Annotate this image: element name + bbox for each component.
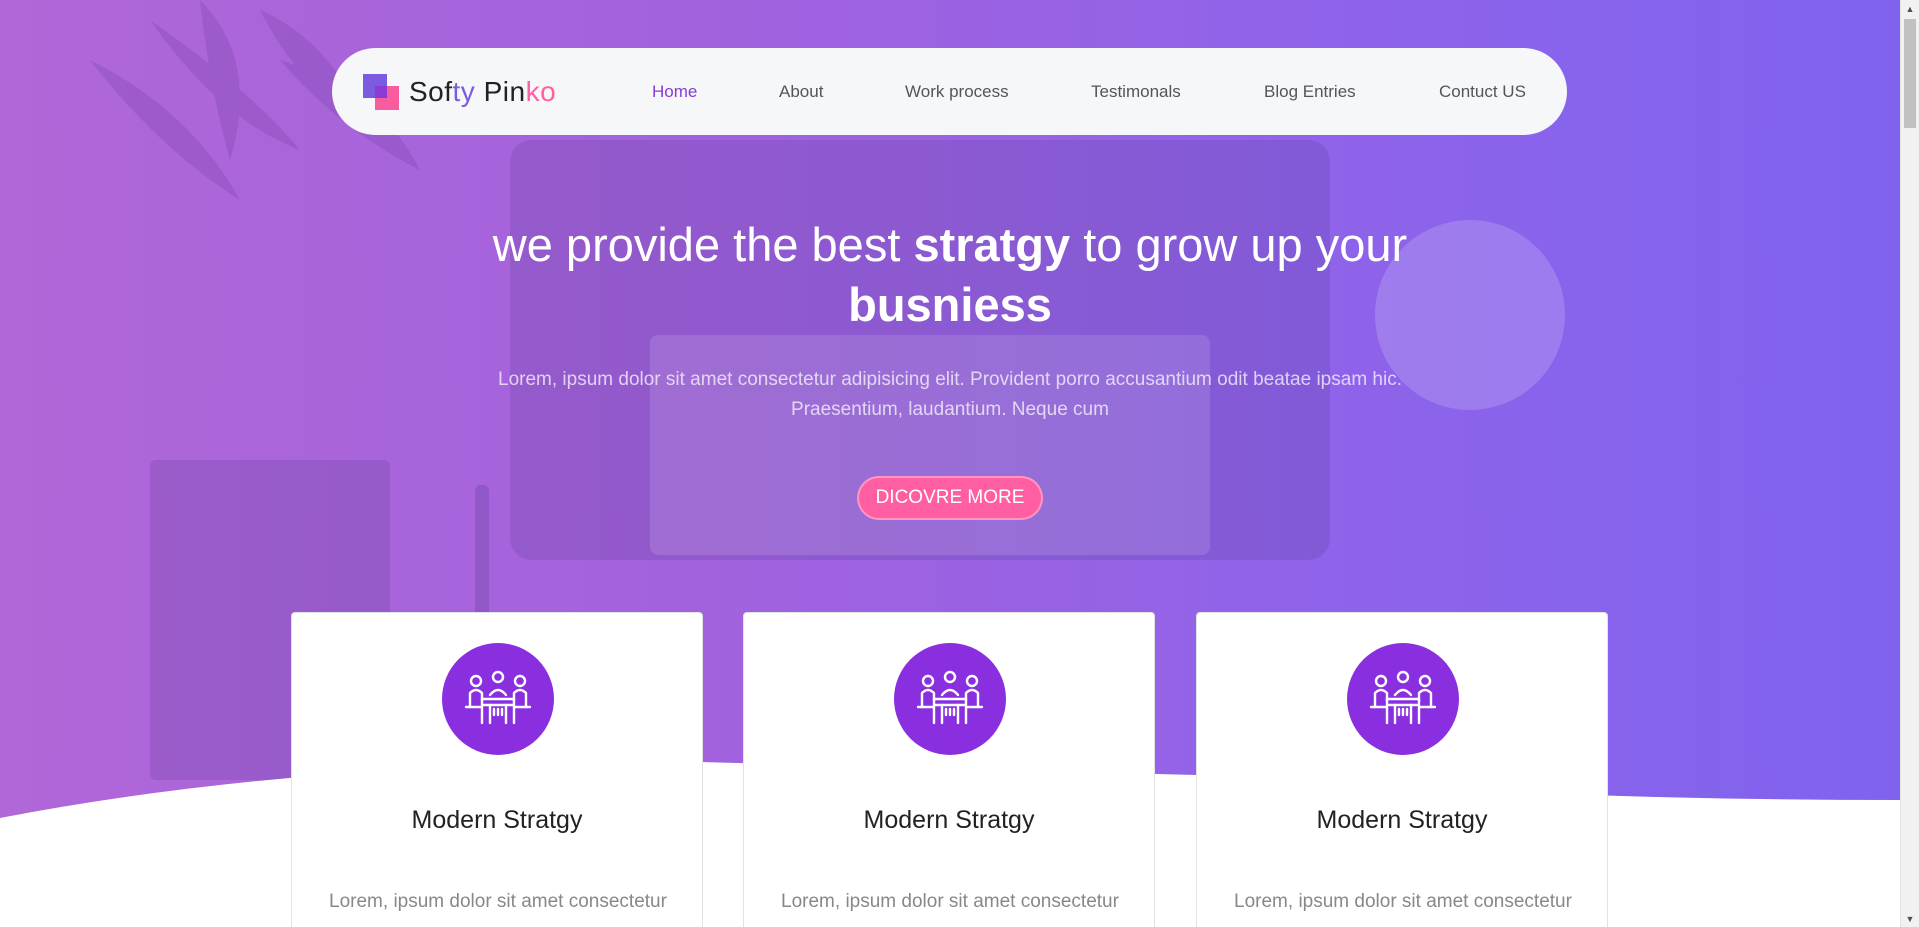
scroll-thumb[interactable] — [1904, 19, 1916, 128]
scroll-down-arrow-icon[interactable]: ▼ — [1901, 910, 1919, 927]
feature-card: Modern Stratgy Lorem, ipsum dolor sit am… — [743, 612, 1155, 927]
feature-card: Modern Stratgy Lorem, ipsum dolor sit am… — [1196, 612, 1608, 927]
meeting-icon — [1347, 643, 1459, 755]
top-navbar: Softy Pinko Home About Work process Test… — [332, 48, 1567, 135]
hero-subtext-line1: Lorem, ipsum dolor sit amet consectetur … — [498, 369, 1402, 390]
brand-name: Softy Pinko — [409, 76, 556, 108]
brand-name-part2: ty — [452, 76, 476, 107]
card-text: Lorem, ipsum dolor sit amet consectetur — [1234, 891, 1572, 912]
nav-item-about[interactable]: About — [779, 82, 823, 102]
meeting-icon — [442, 643, 554, 755]
logo-mark-icon — [363, 74, 399, 110]
brand-logo[interactable]: Softy Pinko — [363, 74, 556, 110]
card-title: Modern Stratgy — [863, 806, 1035, 834]
brand-name-part3: Pin — [475, 76, 526, 107]
card-text: Lorem, ipsum dolor sit amet consectetur — [781, 891, 1119, 912]
feature-card: Modern Stratgy Lorem, ipsum dolor sit am… — [291, 612, 703, 927]
page-scrollbar[interactable]: ▲ ▼ — [1900, 0, 1919, 927]
nav-item-testimonals[interactable]: Testimonals — [1091, 82, 1181, 102]
hero-subtext: Lorem, ipsum dolor sit amet consectetur … — [450, 365, 1450, 425]
card-text: Lorem, ipsum dolor sit amet consectetur — [329, 891, 667, 912]
headline-part1: we provide the best — [492, 218, 914, 271]
discover-more-button[interactable]: DICOVRE MORE — [857, 476, 1043, 520]
meeting-icon — [894, 643, 1006, 755]
headline-bold2: busniess — [848, 278, 1052, 331]
nav-item-home[interactable]: Home — [652, 82, 697, 102]
headline-bold1: stratgy — [913, 218, 1071, 271]
brand-name-part4: ko — [525, 76, 557, 107]
nav-item-blog-entries[interactable]: Blog Entries — [1264, 82, 1356, 102]
nav-item-contact-us[interactable]: Contuct US — [1439, 82, 1526, 102]
card-title: Modern Stratgy — [411, 806, 583, 834]
hero-headline: we provide the best stratgy to grow up y… — [400, 215, 1500, 335]
scroll-up-arrow-icon[interactable]: ▲ — [1901, 0, 1919, 17]
nav-item-work-process[interactable]: Work process — [905, 82, 1009, 102]
headline-part2: to grow up your — [1070, 218, 1408, 271]
hero-subtext-line2: Praesentium, laudantium. Neque cum — [791, 399, 1109, 420]
brand-name-part1: Sof — [409, 76, 453, 107]
card-title: Modern Stratgy — [1316, 806, 1488, 834]
